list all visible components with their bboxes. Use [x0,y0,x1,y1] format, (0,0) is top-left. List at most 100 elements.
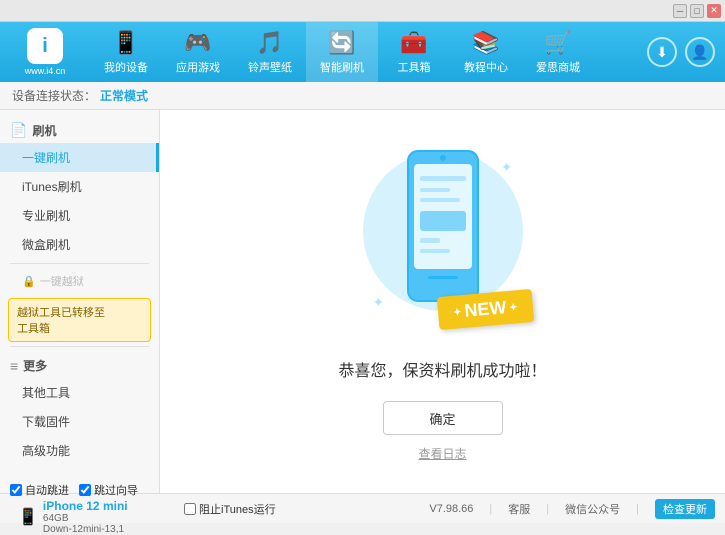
smart-flash-icon: 🔄 [328,30,355,56]
my-device-icon: 📱 [112,30,139,56]
bottom-right: V7.98.66 | 客服 | 微信公众号 | 检查更新 [429,499,715,519]
minimize-btn[interactable]: ─ [673,4,687,18]
other-tools-label: 其他工具 [22,386,70,400]
nav-toolbox-label: 工具箱 [398,59,431,75]
lock-icon: 🔒 [22,275,36,288]
auto-jump-input[interactable] [10,484,22,496]
divider-2: | [546,503,549,515]
main-layout: 📄 刷机 一键刷机 iTunes刷机 专业刷机 微盒刷机 🔒 一键越狱 越狱工具… [0,110,725,493]
customer-service-link[interactable]: 客服 [508,501,530,517]
advanced-label: 高级功能 [22,444,70,458]
itunes-checkbox[interactable] [184,503,196,515]
apps-games-icon: 🎮 [184,30,211,56]
maximize-btn[interactable]: □ [690,4,704,18]
divider-3: | [636,503,639,515]
title-bar: ─ □ ✕ [0,0,725,22]
skip-wizard-label: 跳过向导 [94,482,138,498]
sidebar-more-header: ≡ 更多 [0,351,159,378]
device-text: iPhone 12 mini 64GB Down-12mini-13,1 [43,499,128,535]
nav-apps-label: 应用游戏 [176,59,220,75]
sidebar-item-download-firmware[interactable]: 下载固件 [0,407,159,436]
nav-toolbox[interactable]: 🧰 工具箱 [378,22,450,82]
nav-apps-games[interactable]: 🎮 应用游戏 [162,22,234,82]
success-message: 恭喜您，保资料刷机成功啦！ [338,357,546,381]
toolbox-icon: 🧰 [400,30,427,56]
nav-actions: ⬇ 👤 [639,37,725,67]
warning-text: 越狱工具已转移至工具箱 [17,307,105,335]
nav-shop-label: 爱思商城 [536,59,580,75]
divider-1: | [489,503,492,515]
more-section-label: 更多 [23,357,47,374]
flash-section-label: 刷机 [32,122,56,139]
tutorials-icon: 📚 [472,30,499,56]
flash-section-icon: 📄 [10,122,27,139]
shop-icon: 🛒 [544,30,571,56]
nav-ringtone-label: 铃声壁纸 [248,59,292,75]
sidebar-item-other-tools[interactable]: 其他工具 [0,378,159,407]
auto-jump-checkbox[interactable]: 自动跳进 [10,482,69,498]
download-firmware-label: 下载固件 [22,415,70,429]
nav-smart-flash-label: 智能刷机 [320,59,364,75]
sidebar-warning-box: 越狱工具已转移至工具箱 [8,298,151,342]
nav-ringtone[interactable]: 🎵 铃声壁纸 [234,22,306,82]
checkboxes-row: 自动跳进 跳过向导 [10,482,180,498]
version-text: V7.98.66 [429,503,473,515]
content-area: ✦ ✦ NEW 恭喜您，保资料 [160,110,725,493]
nav-tutorials-label: 教程中心 [464,59,508,75]
status-bar: 设备连接状态： 正常模式 [0,82,725,110]
download-action-btn[interactable]: ⬇ [647,37,677,67]
confirm-button[interactable]: 确定 [383,401,503,435]
status-label: 设备连接状态： [12,87,96,104]
sidebar-item-one-click-flash[interactable]: 一键刷机 [0,143,159,172]
nav-my-device-label: 我的设备 [104,59,148,75]
nav-tutorials[interactable]: 📚 教程中心 [450,22,522,82]
logo-area: i www.i4.cn [0,22,90,82]
itunes-area: 阻止iTunes运行 [184,501,276,517]
sparkle-bottom-icon: ✦ [373,294,385,311]
check-update-btn[interactable]: 检查更新 [655,499,715,519]
nav-items: 📱 我的设备 🎮 应用游戏 🎵 铃声壁纸 🔄 智能刷机 🧰 工具箱 📚 教程中心… [90,22,639,82]
user-action-btn[interactable]: 👤 [685,37,715,67]
sidebar-item-advanced[interactable]: 高级功能 [0,436,159,465]
itunes-label: 阻止iTunes运行 [199,501,276,517]
logo-icon: i [27,28,63,64]
sidebar-flash-header: 📄 刷机 [0,116,159,143]
status-value: 正常模式 [100,87,148,104]
view-history-link[interactable]: 查看日志 [418,445,466,462]
nav-smart-flash[interactable]: 🔄 智能刷机 [306,22,378,82]
nav-my-device[interactable]: 📱 我的设备 [90,22,162,82]
more-section-icon: ≡ [10,358,18,374]
device-storage: 64GB [43,513,128,524]
bottom-bar: 自动跳进 跳过向导 📱 iPhone 12 mini 64GB Down-12m… [0,493,725,523]
sidebar-divider-2 [10,346,149,347]
device-name: iPhone 12 mini [43,499,128,513]
micro-flash-label: 微盒刷机 [22,238,70,252]
phone-svg [398,146,488,306]
phone-illustration: ✦ ✦ NEW [363,141,523,341]
nav-shop[interactable]: 🛒 爱思商城 [522,22,594,82]
close-btn[interactable]: ✕ [707,4,721,18]
new-badge: NEW [436,289,533,330]
auto-jump-label: 自动跳进 [25,482,69,498]
sidebar-jailbreak-header: 🔒 一键越狱 [0,268,159,294]
wechat-link[interactable]: 微信公众号 [565,501,620,517]
one-click-flash-label: 一键刷机 [22,151,70,165]
sidebar-divider-1 [10,263,149,264]
ringtone-icon: 🎵 [256,30,283,56]
pro-flash-label: 专业刷机 [22,209,70,223]
device-info: 📱 iPhone 12 mini 64GB Down-12mini-13,1 [18,499,180,535]
skip-wizard-input[interactable] [79,484,91,496]
sidebar: 📄 刷机 一键刷机 iTunes刷机 专业刷机 微盒刷机 🔒 一键越狱 越狱工具… [0,110,160,493]
device-phone-icon: 📱 [18,507,38,527]
skip-wizard-checkbox[interactable]: 跳过向导 [79,482,138,498]
itunes-flash-label: iTunes刷机 [22,180,82,194]
sidebar-item-micro-flash[interactable]: 微盒刷机 [0,230,159,259]
sidebar-item-itunes-flash[interactable]: iTunes刷机 [0,172,159,201]
device-version: Down-12mini-13,1 [43,524,128,535]
top-nav: i www.i4.cn 📱 我的设备 🎮 应用游戏 🎵 铃声壁纸 🔄 智能刷机 … [0,22,725,82]
jailbreak-label: 一键越狱 [40,273,84,289]
logo-text: www.i4.cn [25,66,66,76]
sparkle-top-icon: ✦ [501,159,513,176]
bottom-left-section: 自动跳进 跳过向导 📱 iPhone 12 mini 64GB Down-12m… [10,482,180,535]
sidebar-item-pro-flash[interactable]: 专业刷机 [0,201,159,230]
